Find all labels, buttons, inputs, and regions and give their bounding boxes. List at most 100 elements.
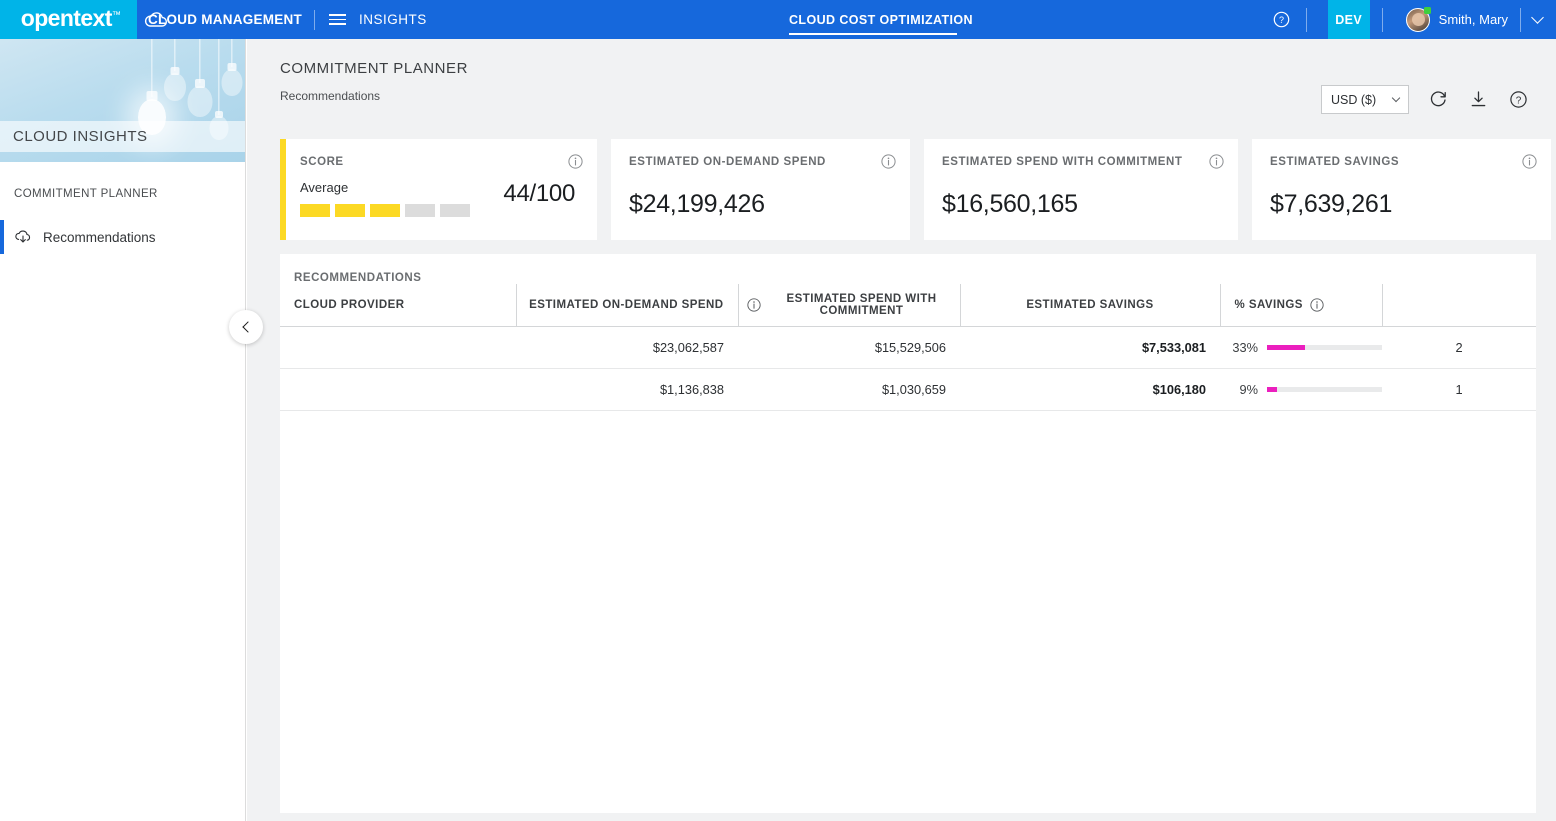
kpi-card-estimated-on-demand-spend: ESTIMATED ON-DEMAND SPEND $24,199,426 (611, 139, 910, 240)
cell-count: 1 (1455, 382, 1463, 397)
main-content: COMMITMENT PLANNER Recommendations USD (… (247, 39, 1556, 821)
tab-cloud-cost-optimization[interactable]: CLOUD COST OPTIMIZATION (789, 0, 973, 39)
percent-savings-bar-fill (1267, 345, 1305, 350)
kpi-title: ESTIMATED SAVINGS (1270, 156, 1400, 168)
page-title: COMMITMENT PLANNER (280, 60, 468, 77)
tab-active-underline (789, 32, 957, 35)
kpi-value: $7,639,261 (1270, 190, 1393, 218)
info-icon[interactable] (1522, 154, 1537, 174)
avatar[interactable] (1405, 6, 1431, 32)
brand-logo-block[interactable]: opentext™ (0, 0, 137, 39)
header-right-group: ? DEV Smith, Mary (1270, 0, 1556, 47)
info-icon[interactable] (746, 298, 761, 312)
recommendations-table: CLOUD PROVIDER ESTIMATED ON-DEMAND SPEND (280, 284, 1536, 411)
header-divider-4 (1520, 7, 1521, 32)
percent-savings-label: 33% (1232, 340, 1258, 355)
download-icon[interactable] (1467, 89, 1489, 111)
table-row[interactable]: $1,136,838 $1,030,659 $106,180 9% 1 (280, 369, 1536, 411)
sidebar-product-title: CLOUD INSIGHTS (13, 128, 148, 145)
cell-percent-savings: 33% (1220, 327, 1382, 369)
percent-savings-bar-track (1267, 345, 1382, 350)
kpi-card-score: SCORE Average 44/100 (280, 139, 597, 240)
percent-savings-bar-fill (1267, 387, 1278, 392)
score-segment (300, 204, 330, 217)
sidebar-item-recommendations[interactable]: Recommendations (0, 220, 245, 254)
currency-select[interactable]: USD ($) (1321, 85, 1409, 114)
opentext-logo: opentext™ (20, 5, 121, 31)
column-label: % SAVINGS (1234, 299, 1303, 311)
chevron-down-icon[interactable] (1531, 11, 1544, 24)
info-icon[interactable] (1209, 154, 1224, 174)
column-header-estimated-on-demand-spend[interactable]: ESTIMATED ON-DEMAND SPEND (515, 284, 738, 327)
svg-text:?: ? (1279, 15, 1284, 25)
svg-text:?: ? (1515, 95, 1521, 106)
cell-count: 2 (1455, 340, 1463, 355)
cell-cloud-provider (280, 327, 516, 369)
recommendations-panel: RECOMMENDATIONS CLOUD PROVIDER ESTIMATED… (280, 254, 1536, 813)
cell-cloud-provider (280, 369, 516, 411)
kpi-title: ESTIMATED ON-DEMAND SPEND (629, 156, 826, 168)
percent-savings-label: 9% (1239, 382, 1259, 397)
info-icon[interactable] (568, 154, 583, 174)
suite-name-group[interactable]: CLOUD MANAGEMENT (144, 11, 302, 27)
column-header-count[interactable] (1381, 284, 1536, 327)
column-header-estimated-savings[interactable]: ESTIMATED SAVINGS (959, 284, 1220, 327)
table-row[interactable]: $23,062,587 $15,529,506 $7,533,081 33% 2 (280, 327, 1536, 369)
sidebar-hero-image: CLOUD INSIGHTS (0, 39, 245, 162)
sidebar: CLOUD INSIGHTS COMMITMENT PLANNER Recomm… (0, 39, 246, 821)
sidebar-collapse-button[interactable] (229, 310, 263, 344)
column-header-percent-savings[interactable]: % SAVINGS (1219, 284, 1382, 327)
app-header: opentext™ CLOUD MANAGEMENT INSIGHTS CLOU… (0, 0, 1556, 47)
table-header-row: CLOUD PROVIDER ESTIMATED ON-DEMAND SPEND (280, 284, 1536, 327)
kpi-card-estimated-spend-with-commitment: ESTIMATED SPEND WITH COMMITMENT $16,560,… (924, 139, 1238, 240)
info-icon[interactable] (1310, 298, 1324, 312)
header-divider-2 (1305, 7, 1307, 32)
sidebar-active-accent (0, 220, 4, 254)
score-accent-bar (280, 139, 286, 240)
score-segment (335, 204, 365, 217)
cell-on-demand-spend: $1,136,838 (659, 382, 724, 397)
column-label: ESTIMATED SAVINGS (1026, 299, 1154, 311)
kpi-title: ESTIMATED SPEND WITH COMMITMENT (942, 156, 1183, 168)
kpi-value: $16,560,165 (942, 190, 1078, 218)
kpi-value: $24,199,426 (629, 190, 765, 218)
panel-title: RECOMMENDATIONS (294, 272, 422, 284)
environment-label: DEV (1335, 12, 1363, 27)
chevron-down-icon (1391, 93, 1401, 103)
info-icon[interactable] (881, 154, 896, 174)
cell-on-demand-spend: $23,062,587 (652, 340, 724, 355)
environment-badge: DEV (1327, 0, 1370, 47)
sidebar-section-label: COMMITMENT PLANNER (14, 188, 158, 200)
column-label: ESTIMATED SPEND WITH COMMITMENT (786, 293, 937, 317)
sidebar-title-band: CLOUD INSIGHTS (0, 121, 245, 152)
header-divider-3 (1381, 7, 1383, 32)
score-body: Average 44/100 (300, 180, 581, 217)
column-label: ESTIMATED ON-DEMAND SPEND (529, 299, 724, 311)
table-header: CLOUD PROVIDER ESTIMATED ON-DEMAND SPEND (280, 284, 1536, 327)
kpi-title: SCORE (300, 156, 344, 168)
tab-label: CLOUD COST OPTIMIZATION (789, 12, 973, 27)
cell-estimated-savings: $106,180 (1152, 382, 1206, 397)
help-circle-icon[interactable]: ? (1270, 8, 1294, 32)
score-value: 44/100 (503, 180, 575, 207)
help-circle-icon[interactable]: ? (1507, 89, 1529, 111)
kpi-card-estimated-savings: ESTIMATED SAVINGS $7,639,261 (1252, 139, 1551, 240)
cell-spend-with-commitment: $1,030,659 (881, 382, 946, 397)
page-actions: USD ($) ? (1321, 85, 1529, 114)
suite-name: CLOUD MANAGEMENT (148, 12, 302, 27)
column-header-cloud-provider[interactable]: CLOUD PROVIDER (280, 284, 516, 327)
user-name[interactable]: Smith, Mary (1439, 12, 1508, 27)
status-badge (1423, 6, 1431, 14)
column-header-estimated-spend-with-commitment[interactable]: ESTIMATED SPEND WITH COMMITMENT (737, 284, 960, 327)
cloud-download-icon (14, 228, 32, 246)
sidebar-item-label: Recommendations (43, 229, 156, 245)
score-segment (405, 204, 435, 217)
cell-estimated-savings: $7,533,081 (1141, 340, 1206, 355)
refresh-icon[interactable] (1427, 89, 1449, 111)
module-name: INSIGHTS (359, 12, 427, 27)
header-divider-1 (314, 9, 315, 30)
hamburger-menu-icon[interactable] (329, 14, 346, 25)
currency-value: USD ($) (1331, 92, 1377, 107)
chevron-left-icon (241, 321, 254, 333)
table-body: $23,062,587 $15,529,506 $7,533,081 33% 2 (280, 327, 1536, 411)
